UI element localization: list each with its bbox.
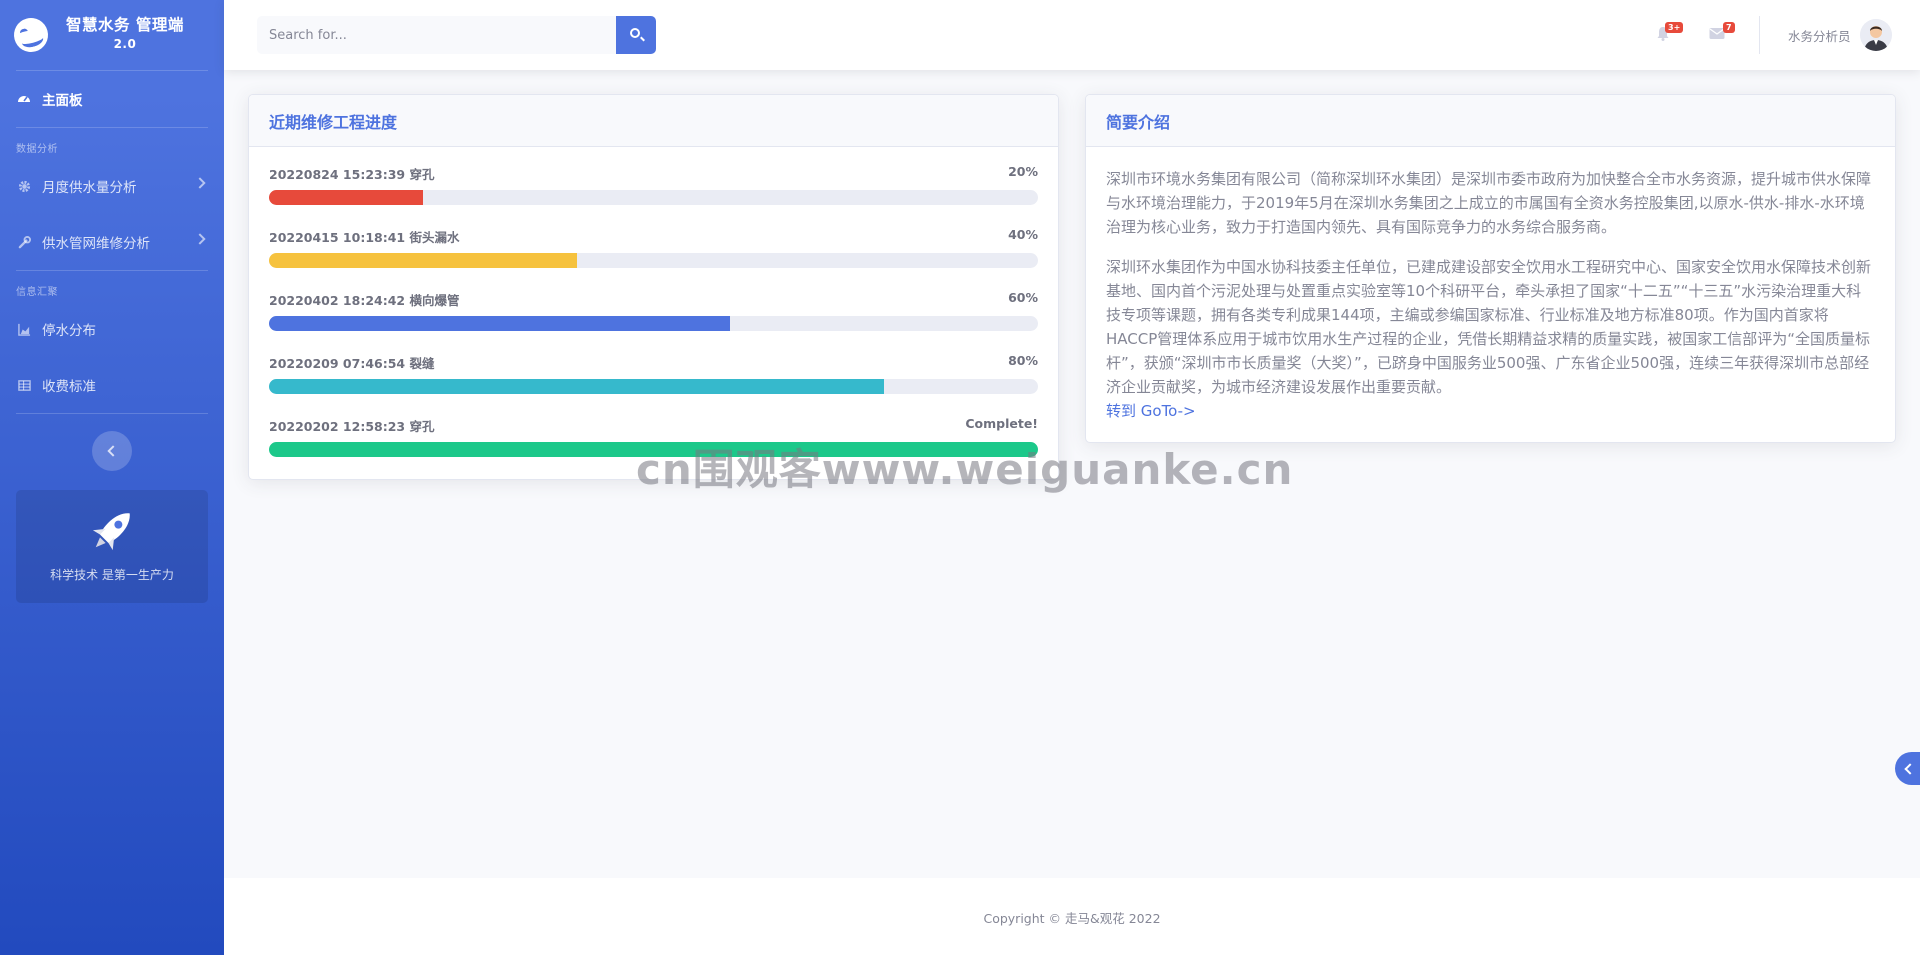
- alerts-dropdown[interactable]: 3+: [1656, 22, 1684, 45]
- search-button[interactable]: [616, 16, 656, 54]
- brand-title: 智慧水务 管理端: [66, 16, 184, 34]
- sidebar-item-monthly-supply[interactable]: 月度供水量分析: [0, 158, 224, 214]
- sidebar-item-label: 收费标准: [42, 379, 96, 395]
- progress-item: 20220415 10:18:41 街头漏水 40%: [269, 227, 1038, 290]
- progress-list: 20220824 15:23:39 穿孔 20% 20220415 10:18:41…: [249, 147, 1058, 479]
- alerts-badge: 3+: [1665, 22, 1684, 33]
- rocket-icon: [92, 513, 130, 551]
- card-title: 近期维修工程进度: [269, 112, 398, 132]
- progress-item: 20220402 18:24:42 横向爆管 60%: [269, 290, 1038, 353]
- progress-track: [269, 316, 1038, 331]
- goto-link[interactable]: 转到 GoTo->: [1106, 399, 1875, 423]
- sidebar-item-label: 供水管网维修分析: [42, 236, 150, 252]
- messages-badge: 7: [1723, 22, 1735, 33]
- topbar: 3+ 7 水务分析员: [224, 0, 1920, 70]
- wrench-icon: [16, 234, 32, 250]
- chevron-right-icon: [194, 177, 206, 189]
- progress-item: 20220209 07:46:54 裂缝 80%: [269, 353, 1038, 416]
- search-form: [257, 16, 660, 54]
- progress-track: [269, 190, 1038, 205]
- search-input[interactable]: [257, 16, 616, 54]
- user-name[interactable]: 水务分析员: [1788, 26, 1851, 45]
- progress-percent: 40%: [1008, 227, 1038, 242]
- progress-label: 20220824 15:23:39 穿孔: [269, 167, 435, 182]
- promo-text: 科学技术 是第一生产力: [50, 568, 174, 582]
- footer: Copyright © 走马&观花 2022: [224, 878, 1920, 955]
- messages-dropdown[interactable]: 7: [1709, 22, 1735, 44]
- sidebar-heading-info: 信息汇聚: [16, 287, 58, 298]
- sidebar-item-outage-distribution[interactable]: 停水分布: [0, 301, 224, 357]
- intro-paragraph-2: 深圳环水集团作为中国水协科技委主任单位，已建成建设部安全饮用水工程研究中心、国家…: [1106, 258, 1872, 396]
- chevron-right-icon: [194, 233, 206, 245]
- sidebar-toggle-button[interactable]: [92, 431, 132, 471]
- progress-bar-fill: [269, 316, 731, 331]
- watermark-text: cn围观客www.weiguanke.cn: [636, 445, 1294, 494]
- sidebar: 智慧水务 管理端 2.0 主面板 数据分析 月度供水量分析 供水管网维修分析 信…: [0, 0, 224, 955]
- card-title: 简要介绍: [1106, 112, 1171, 132]
- sidebar-item-label: 月度供水量分析: [42, 180, 137, 196]
- progress-bar-fill: [269, 379, 885, 394]
- sidebar-item-label: 主面板: [42, 93, 83, 109]
- sidebar-promo-card: 科学技术 是第一生产力: [16, 490, 208, 603]
- user-avatar-icon: [1860, 19, 1892, 51]
- progress-label: 20220202 12:58:23 穿孔: [269, 419, 435, 434]
- progress-item: 20220824 15:23:39 穿孔 20%: [269, 164, 1038, 227]
- progress-percent: 20%: [1008, 164, 1038, 179]
- table-icon: [16, 377, 32, 393]
- progress-label: 20220415 10:18:41 街头漏水: [269, 230, 460, 245]
- intro-card: 简要介绍 深圳市环境水务集团有限公司（简称深圳环水集团）是深圳市委市政府为加快整…: [1085, 94, 1896, 443]
- sidebar-heading-data-analysis: 数据分析: [16, 144, 58, 155]
- sidebar-item-pipe-repair[interactable]: 供水管网维修分析: [0, 214, 224, 270]
- repair-progress-card: 近期维修工程进度 20220824 15:23:39 穿孔 20% 20220415…: [248, 94, 1059, 480]
- progress-percent: 60%: [1008, 290, 1038, 305]
- progress-percent: 80%: [1008, 353, 1038, 368]
- topbar-divider: [1759, 16, 1760, 54]
- sidebar-item-fee-standard[interactable]: 收费标准: [0, 357, 224, 413]
- brand-version: 2.0: [113, 37, 137, 51]
- progress-label: 20220209 07:46:54 裂缝: [269, 356, 435, 371]
- progress-bar-fill: [269, 253, 577, 268]
- progress-bar-fill: [269, 190, 423, 205]
- chart-area-icon: [16, 321, 32, 337]
- cog-icon: [16, 178, 32, 194]
- side-panel-toggle[interactable]: [1895, 752, 1920, 785]
- copyright-text: Copyright © 走马&观花 2022: [983, 911, 1161, 926]
- tachometer-icon: [16, 91, 32, 107]
- progress-track: [269, 379, 1038, 394]
- avatar[interactable]: [1860, 19, 1892, 51]
- sidebar-item-dashboard[interactable]: 主面板: [0, 71, 224, 127]
- progress-track: [269, 253, 1038, 268]
- sidebar-brand[interactable]: 智慧水务 管理端 2.0: [0, 0, 224, 70]
- progress-percent: Complete!: [965, 416, 1038, 431]
- progress-label: 20220402 18:24:42 横向爆管: [269, 293, 460, 308]
- laugh-wink-icon: [10, 14, 52, 56]
- sidebar-divider: [16, 413, 208, 414]
- search-icon: [630, 28, 640, 38]
- sidebar-item-label: 停水分布: [42, 323, 96, 339]
- intro-paragraph-1: 深圳市环境水务集团有限公司（简称深圳环水集团）是深圳市委市政府为加快整合全市水务…: [1106, 170, 1872, 236]
